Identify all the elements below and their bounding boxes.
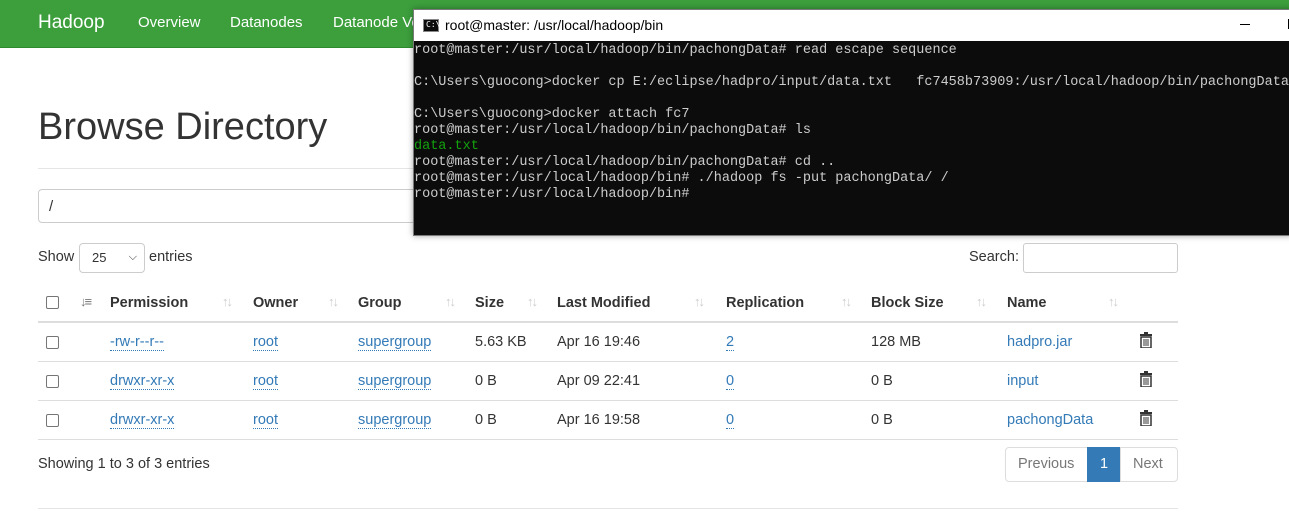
- terminal-line: root@master:/usr/local/hadoop/bin/pachon…: [414, 123, 811, 138]
- table-header-row: ↓≡ Permission ↑↓ Owner ↑↓ Group ↑↓ Size …: [38, 284, 1178, 323]
- terminal-line: root@master:/usr/local/hadoop/bin/pachon…: [414, 43, 957, 58]
- sort-icon[interactable]: ↑↓: [694, 294, 705, 309]
- terminal-line: root@master:/usr/local/hadoop/bin/pachon…: [414, 155, 836, 170]
- name-link[interactable]: hadpro.jar: [1007, 334, 1072, 350]
- col-header-last-modified[interactable]: Last Modified: [557, 295, 650, 311]
- nav-overview[interactable]: Overview: [138, 14, 201, 31]
- terminal-window[interactable]: C:\ root@master: /usr/local/hadoop/bin r…: [413, 9, 1289, 236]
- page-1-button[interactable]: 1: [1087, 447, 1121, 482]
- col-header-name[interactable]: Name: [1007, 295, 1047, 311]
- col-header-group[interactable]: Group: [358, 295, 402, 311]
- owner-cell[interactable]: root: [253, 373, 278, 390]
- permission-cell[interactable]: -rw-r--r--: [110, 334, 164, 351]
- permission-cell[interactable]: drwxr-xr-x: [110, 412, 175, 429]
- size-cell: 5.63 KB: [475, 334, 527, 350]
- size-cell: 0 B: [475, 412, 497, 428]
- trash-icon[interactable]: [1139, 410, 1153, 426]
- terminal-line: data.txt: [414, 139, 479, 154]
- replication-cell[interactable]: 2: [726, 334, 735, 351]
- modified-cell: Apr 16 19:46: [557, 334, 641, 350]
- chevron-down-icon: ⌵: [128, 251, 137, 263]
- show-label: Show: [38, 249, 75, 265]
- col-header-permission[interactable]: Permission: [110, 295, 188, 311]
- sort-icon[interactable]: ↑↓: [445, 294, 456, 309]
- entries-per-page-select[interactable]: 25 ⌵: [79, 243, 145, 273]
- block-size-cell: 128 MB: [871, 334, 921, 350]
- terminal-icon: C:\: [423, 19, 440, 32]
- group-cell[interactable]: supergroup: [358, 412, 432, 429]
- trash-icon[interactable]: [1139, 371, 1153, 387]
- previous-page-button[interactable]: Previous: [1005, 447, 1088, 482]
- sort-icon[interactable]: ↑↓: [222, 294, 233, 309]
- minimize-icon[interactable]: [1240, 24, 1250, 25]
- block-size-cell: 0 B: [871, 412, 893, 428]
- nav-datanodes[interactable]: Datanodes: [230, 14, 303, 31]
- table-info: Showing 1 to 3 of 3 entries: [38, 456, 210, 472]
- col-header-replication[interactable]: Replication: [726, 295, 804, 311]
- table-row: -rw-r--r-- root supergroup 5.63 KB Apr 1…: [38, 323, 1178, 362]
- table-row: drwxr-xr-x root supergroup 0 B Apr 09 22…: [38, 362, 1178, 401]
- row-checkbox[interactable]: [46, 375, 59, 388]
- sort-icon[interactable]: ↑↓: [328, 294, 339, 309]
- replication-cell[interactable]: 0: [726, 373, 735, 390]
- page-title: Browse Directory: [38, 106, 328, 148]
- modified-cell: Apr 16 19:58: [557, 412, 641, 428]
- trash-icon[interactable]: [1139, 332, 1153, 348]
- sort-icon[interactable]: ↑↓: [841, 294, 852, 309]
- block-size-cell: 0 B: [871, 373, 893, 389]
- next-page-button[interactable]: Next: [1120, 447, 1178, 482]
- modified-cell: Apr 09 22:41: [557, 373, 641, 389]
- bottom-divider: [38, 508, 1178, 509]
- entries-value: 25: [92, 250, 107, 265]
- terminal-title: root@master: /usr/local/hadoop/bin: [445, 17, 664, 33]
- name-link[interactable]: pachongData: [1007, 412, 1093, 428]
- sort-icon[interactable]: ↑↓: [976, 294, 987, 309]
- row-checkbox[interactable]: [46, 414, 59, 427]
- owner-cell[interactable]: root: [253, 412, 278, 429]
- brand-link[interactable]: Hadoop: [38, 12, 105, 34]
- table-row: drwxr-xr-x root supergroup 0 B Apr 16 19…: [38, 401, 1178, 440]
- sort-icon[interactable]: ↓≡: [80, 294, 92, 309]
- terminal-line: C:\Users\guocong>docker cp E:/eclipse/ha…: [414, 75, 1289, 90]
- col-header-block-size[interactable]: Block Size: [871, 295, 944, 311]
- sort-icon[interactable]: ↑↓: [527, 294, 538, 309]
- select-all-checkbox[interactable]: [46, 296, 59, 309]
- search-input[interactable]: [1023, 243, 1178, 273]
- permission-cell[interactable]: drwxr-xr-x: [110, 373, 175, 390]
- terminal-titlebar[interactable]: C:\ root@master: /usr/local/hadoop/bin: [414, 10, 1289, 41]
- terminal-line: root@master:/usr/local/hadoop/bin# ./had…: [414, 171, 949, 186]
- terminal-line: root@master:/usr/local/hadoop/bin#: [414, 187, 690, 202]
- owner-cell[interactable]: root: [253, 334, 278, 351]
- group-cell[interactable]: supergroup: [358, 373, 432, 390]
- sort-icon[interactable]: ↑↓: [1108, 294, 1119, 309]
- terminal-output[interactable]: root@master:/usr/local/hadoop/bin/pachon…: [414, 42, 1289, 236]
- entries-label: entries: [149, 249, 193, 265]
- name-link[interactable]: input: [1007, 373, 1038, 389]
- size-cell: 0 B: [475, 373, 497, 389]
- search-label: Search:: [969, 249, 1019, 265]
- col-header-owner[interactable]: Owner: [253, 295, 298, 311]
- replication-cell[interactable]: 0: [726, 412, 735, 429]
- terminal-line: C:\Users\guocong>docker attach fc7: [414, 107, 690, 122]
- row-checkbox[interactable]: [46, 336, 59, 349]
- group-cell[interactable]: supergroup: [358, 334, 432, 351]
- pagination: Previous 1 Next: [1005, 447, 1178, 482]
- col-header-size[interactable]: Size: [475, 295, 504, 311]
